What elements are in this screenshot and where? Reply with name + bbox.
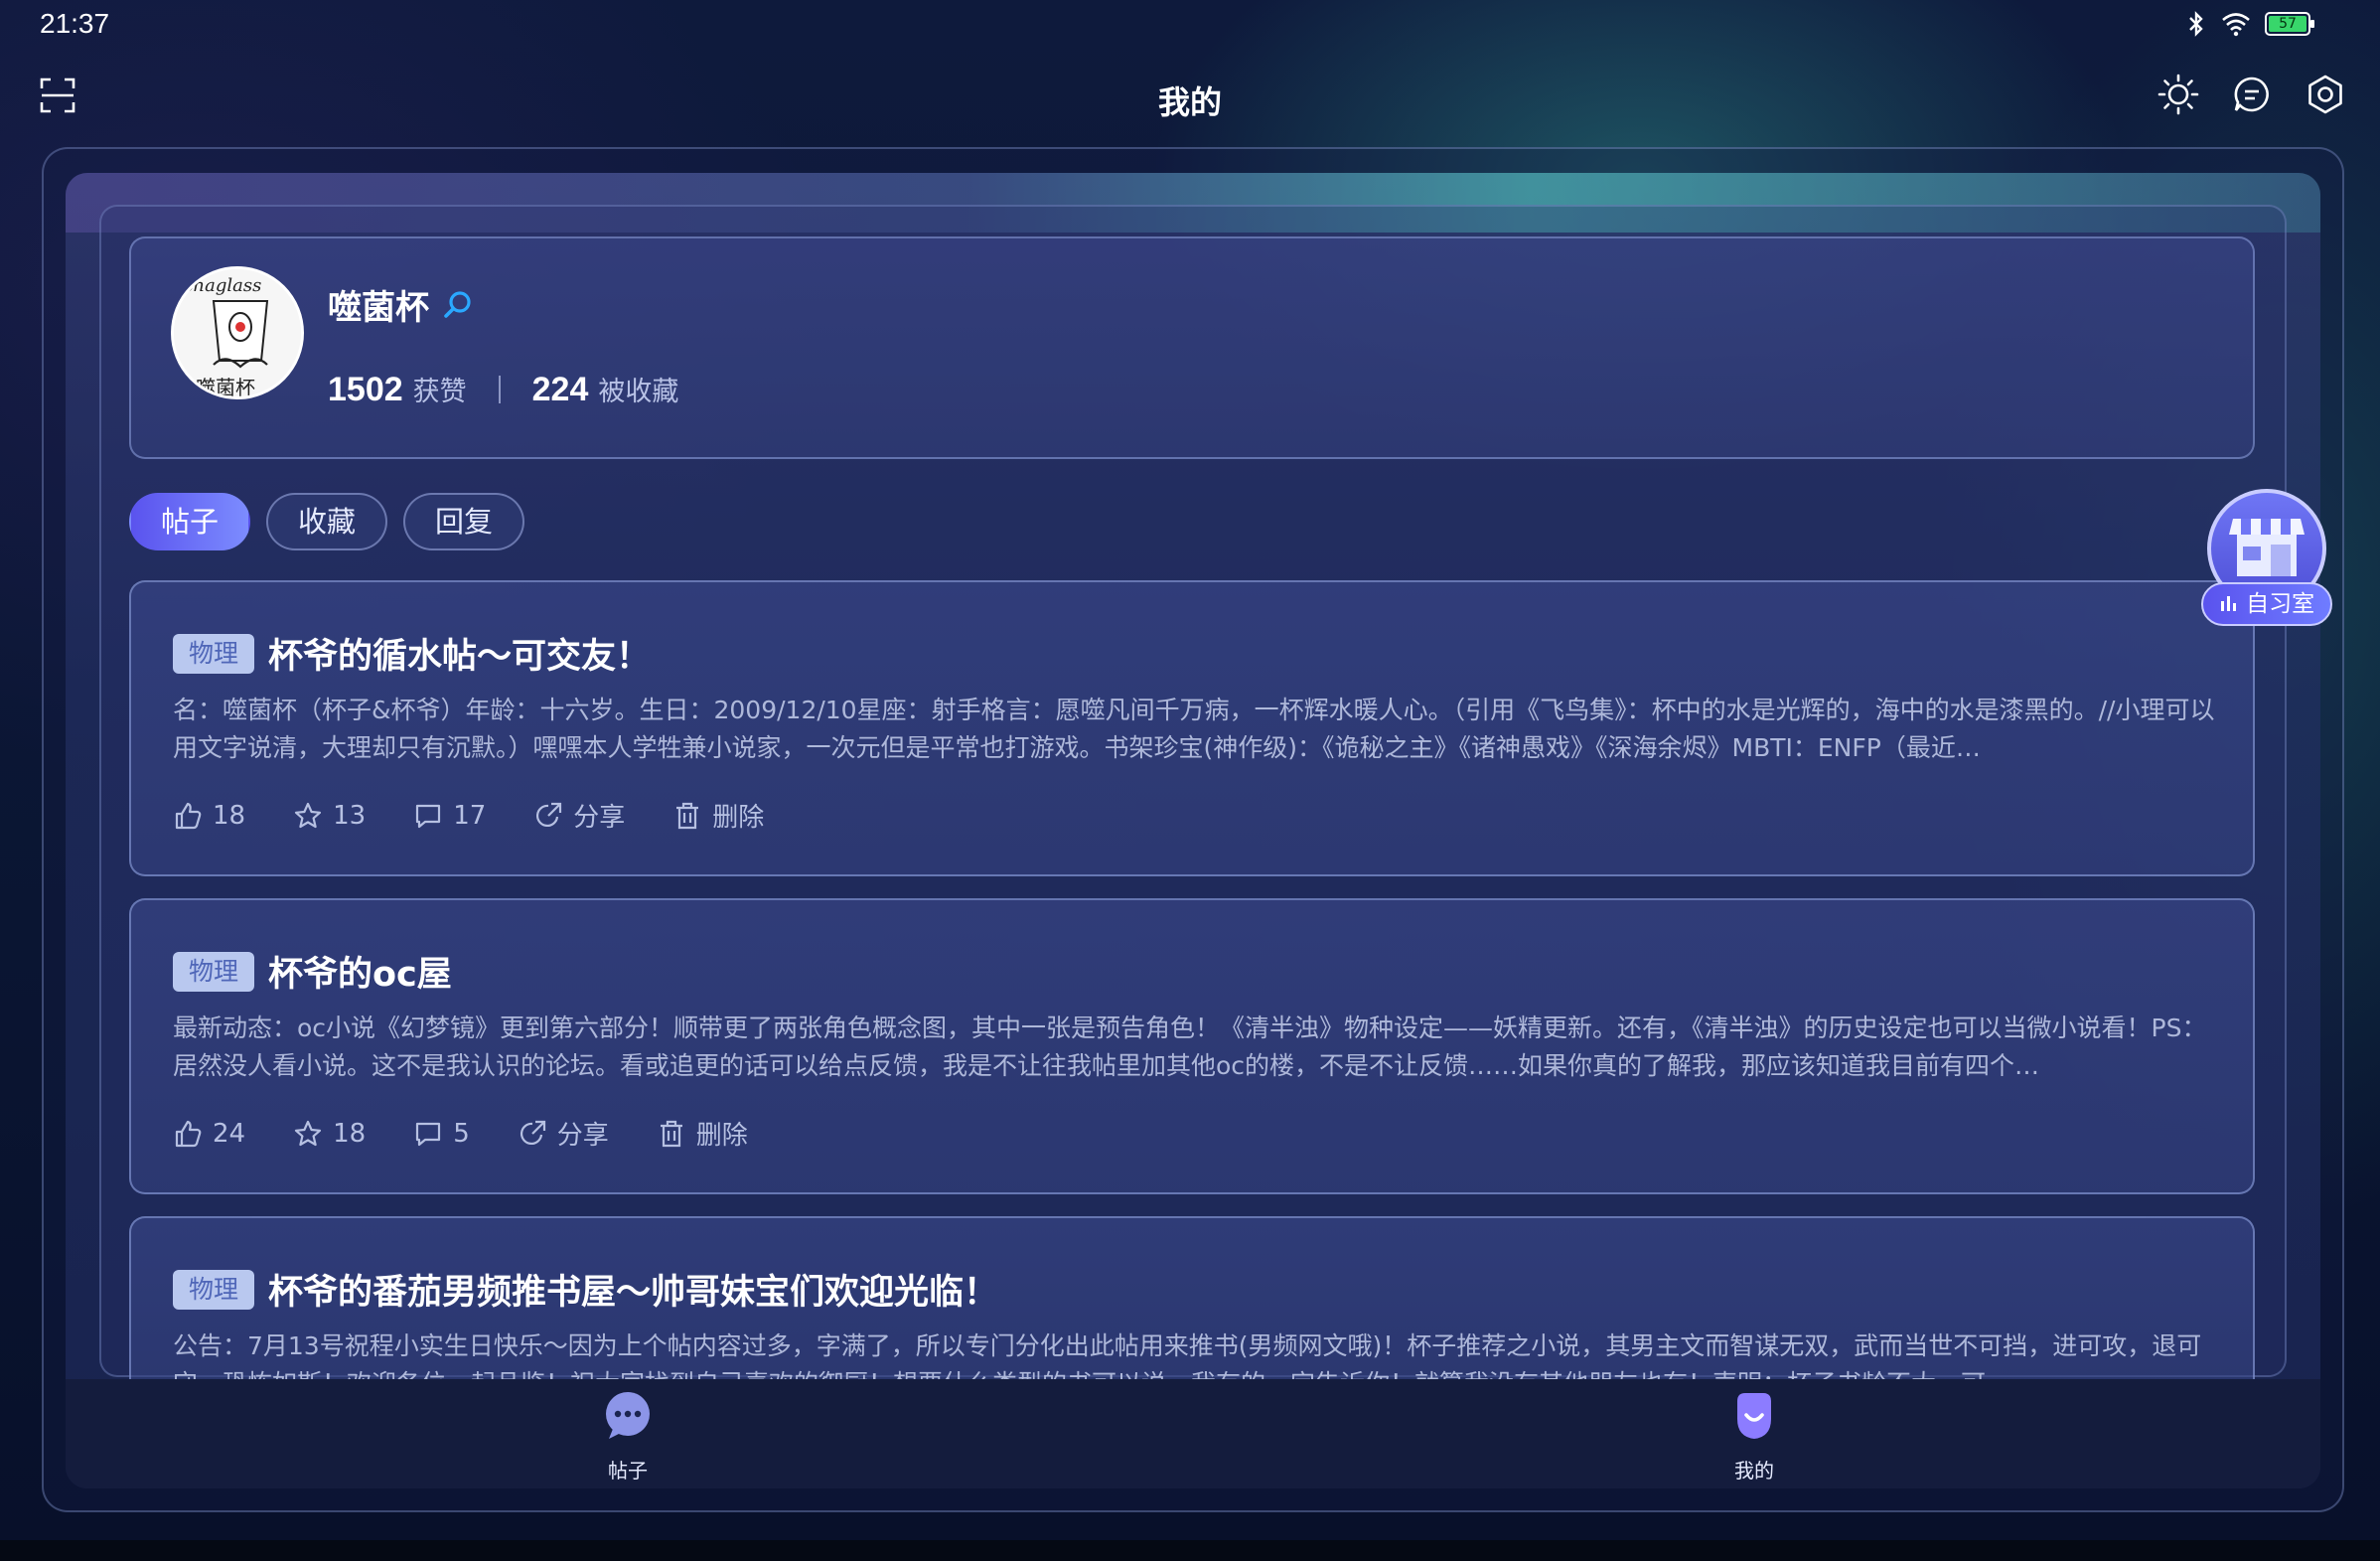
wifi-icon xyxy=(2222,13,2250,37)
like-count: 18 xyxy=(213,800,246,831)
battery-icon: 57 xyxy=(2265,12,2314,36)
sun-icon xyxy=(2157,74,2199,115)
top-actions xyxy=(2157,74,2346,115)
post-actions: 18 13 17 分享 删除 xyxy=(173,797,764,834)
post-title[interactable]: 杯爷的番茄男频推书屋～帅哥妹宝们欢迎光临！ xyxy=(268,1264,998,1315)
battery-level: 57 xyxy=(2269,16,2306,32)
share-button[interactable]: 分享 xyxy=(518,1115,609,1152)
stats-divider xyxy=(498,376,501,403)
nav-posts[interactable]: 帖子 xyxy=(528,1389,727,1483)
comment-count: 17 xyxy=(453,800,487,831)
post-header: 物理 杯爷的循水帖～可交友！ xyxy=(173,628,651,679)
trash-icon xyxy=(676,802,699,829)
star-icon xyxy=(294,802,322,828)
bottom-nav: 帖子 我的 xyxy=(66,1379,2320,1488)
share-button[interactable]: 分享 xyxy=(533,797,625,834)
delete-label: 删除 xyxy=(712,803,765,833)
tab-posts[interactable]: 帖子 xyxy=(129,493,251,550)
share-label: 分享 xyxy=(556,1121,609,1151)
post-header: 物理 杯爷的oc屋 xyxy=(173,946,452,997)
comment-count: 5 xyxy=(453,1118,470,1149)
settings-button[interactable] xyxy=(2305,74,2346,115)
likes-label: 获赞 xyxy=(412,377,467,407)
delete-button[interactable]: 删除 xyxy=(657,1115,748,1152)
user-icon xyxy=(1737,1393,1771,1439)
post-tag[interactable]: 物理 xyxy=(173,951,255,992)
content-tabs: 帖子 收藏 回复 xyxy=(129,493,525,550)
comment-icon xyxy=(416,804,441,828)
share-icon xyxy=(536,802,562,827)
chat-icon xyxy=(2234,77,2269,112)
status-time: 21:37 xyxy=(40,8,110,39)
post-title[interactable]: 杯爷的循水帖～可交友！ xyxy=(268,628,651,679)
top-bar: 我的 xyxy=(0,62,2380,137)
likes-count: 1502 xyxy=(328,371,403,408)
share-icon xyxy=(520,1120,545,1145)
trash-icon xyxy=(660,1120,682,1147)
star-count: 13 xyxy=(333,800,367,831)
bluetooth-icon xyxy=(2189,11,2203,37)
status-bar: 21:37 57 xyxy=(0,0,2380,50)
thumbs-up-icon xyxy=(175,1120,202,1147)
post-card[interactable]: 物理 杯爷的番茄男频推书屋～帅哥妹宝们欢迎光临！ 公告：7月13号祝程小实生日快… xyxy=(129,1216,2255,1379)
star-count: 18 xyxy=(333,1118,367,1149)
comment-button[interactable]: 17 xyxy=(413,801,486,831)
comment-icon xyxy=(416,1122,441,1146)
delete-label: 删除 xyxy=(695,1121,748,1151)
post-body[interactable]: 最新动态：oc小说《幻梦镜》更到第六部分！顺带更了两张角色概念图，其中一张是预告… xyxy=(173,1010,2219,1085)
post-tag[interactable]: 物理 xyxy=(173,633,255,674)
avatar[interactable]: phaglass 噬菌杯 xyxy=(171,266,304,399)
study-room-label: 自习室 xyxy=(2201,582,2332,626)
delete-button[interactable]: 删除 xyxy=(672,797,764,834)
post-card[interactable]: 物理 杯爷的oc屋 最新动态：oc小说《幻梦镜》更到第六部分！顺带更了两张角色概… xyxy=(129,898,2255,1194)
gear-icon xyxy=(2308,75,2342,114)
nav-me-label: 我的 xyxy=(1734,1459,1774,1483)
study-room-text: 自习室 xyxy=(2246,591,2315,617)
post-body[interactable]: 名：噬菌杯（杯子&杯爷）年龄：十六岁。生日：2009/12/10星座：射手格言：… xyxy=(173,692,2219,767)
avatar-text-top: phaglass xyxy=(182,275,261,296)
post-title[interactable]: 杯爷的oc屋 xyxy=(268,946,452,997)
star-icon xyxy=(294,1120,322,1146)
post-actions: 24 18 5 分享 删除 xyxy=(173,1115,748,1152)
nav-posts-label: 帖子 xyxy=(608,1459,648,1483)
like-count: 24 xyxy=(213,1118,246,1149)
status-icons: 57 xyxy=(2185,10,2314,38)
tab-replies[interactable]: 回复 xyxy=(403,493,525,550)
like-button[interactable]: 24 xyxy=(173,1119,245,1149)
chat-bubble-icon xyxy=(606,1392,650,1439)
page-title: 我的 xyxy=(1157,83,1222,121)
nav-me[interactable]: 我的 xyxy=(1655,1389,1854,1483)
bar-chart-icon xyxy=(2220,596,2236,611)
post-card[interactable]: 物理 杯爷的循水帖～可交友！ 名：噬菌杯（杯子&杯爷）年龄：十六岁。生日：200… xyxy=(129,580,2255,876)
profile-stats: 1502 获赞 224 被收藏 xyxy=(328,370,678,409)
search-profile-icon[interactable] xyxy=(441,288,475,322)
avatar-text-bottom: 噬菌杯 xyxy=(196,376,255,399)
study-room-button[interactable]: 自习室 xyxy=(2201,489,2336,628)
star-button[interactable]: 18 xyxy=(293,1119,366,1149)
brightness-button[interactable] xyxy=(2157,74,2199,115)
post-body[interactable]: 公告：7月13号祝程小实生日快乐～因为上个帖内容过多，字满了，所以专门分化出此帖… xyxy=(173,1327,2219,1379)
favorited-count: 224 xyxy=(531,371,589,408)
thumbs-up-icon xyxy=(175,802,202,829)
tab-favorites[interactable]: 收藏 xyxy=(266,493,388,550)
post-header: 物理 杯爷的番茄男频推书屋～帅哥妹宝们欢迎光临！ xyxy=(173,1264,998,1315)
username: 噬菌杯 xyxy=(328,288,429,328)
messages-button[interactable] xyxy=(2231,74,2273,115)
post-tag[interactable]: 物理 xyxy=(173,1269,255,1310)
comment-button[interactable]: 5 xyxy=(413,1119,470,1149)
system-navigation-bar xyxy=(0,1540,2380,1561)
share-label: 分享 xyxy=(573,803,626,833)
star-button[interactable]: 13 xyxy=(293,801,366,831)
like-button[interactable]: 18 xyxy=(173,801,245,831)
profile-card: phaglass 噬菌杯 噬菌杯 1502 获赞 224 被收藏 xyxy=(129,236,2255,459)
avatar-drawing: phaglass 噬菌杯 xyxy=(174,269,301,399)
favorited-label: 被收藏 xyxy=(598,377,679,407)
